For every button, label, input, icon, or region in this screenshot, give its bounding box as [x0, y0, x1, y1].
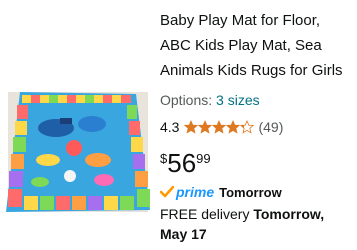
rating-count: (49) — [258, 119, 284, 135]
product-card[interactable]: Baby Play Mat for Floor, ABC Kids Play M… — [0, 0, 357, 250]
prime-word: prime — [176, 184, 215, 200]
options-row: Options: 3 sizes — [160, 92, 260, 108]
delivery-prefix: FREE delivery — [160, 206, 250, 222]
price: $5699 — [160, 148, 211, 178]
price-whole: 56 — [167, 148, 197, 178]
star-rating — [184, 120, 255, 134]
price-symbol: $ — [160, 151, 168, 166]
star-icon — [184, 120, 255, 134]
rating-row[interactable]: 4.3 (49) — [160, 119, 283, 135]
options-link[interactable]: 3 sizes — [216, 92, 260, 108]
delivery-info: FREE delivery Tomorrow, May 17 — [160, 204, 354, 244]
options-label: Options: — [160, 92, 213, 108]
prime-badge: prime Tomorrow — [160, 184, 282, 200]
price-fraction: 99 — [196, 151, 211, 166]
product-title[interactable]: Baby Play Mat for Floor, ABC Kids Play M… — [160, 8, 354, 83]
play-mat-image — [6, 92, 150, 212]
product-info: Baby Play Mat for Floor, ABC Kids Play M… — [160, 8, 354, 242]
rating-value: 4.3 — [160, 119, 180, 135]
prime-check-icon — [160, 186, 174, 198]
product-image[interactable] — [0, 0, 150, 250]
prime-delivery: Tomorrow — [219, 184, 282, 200]
